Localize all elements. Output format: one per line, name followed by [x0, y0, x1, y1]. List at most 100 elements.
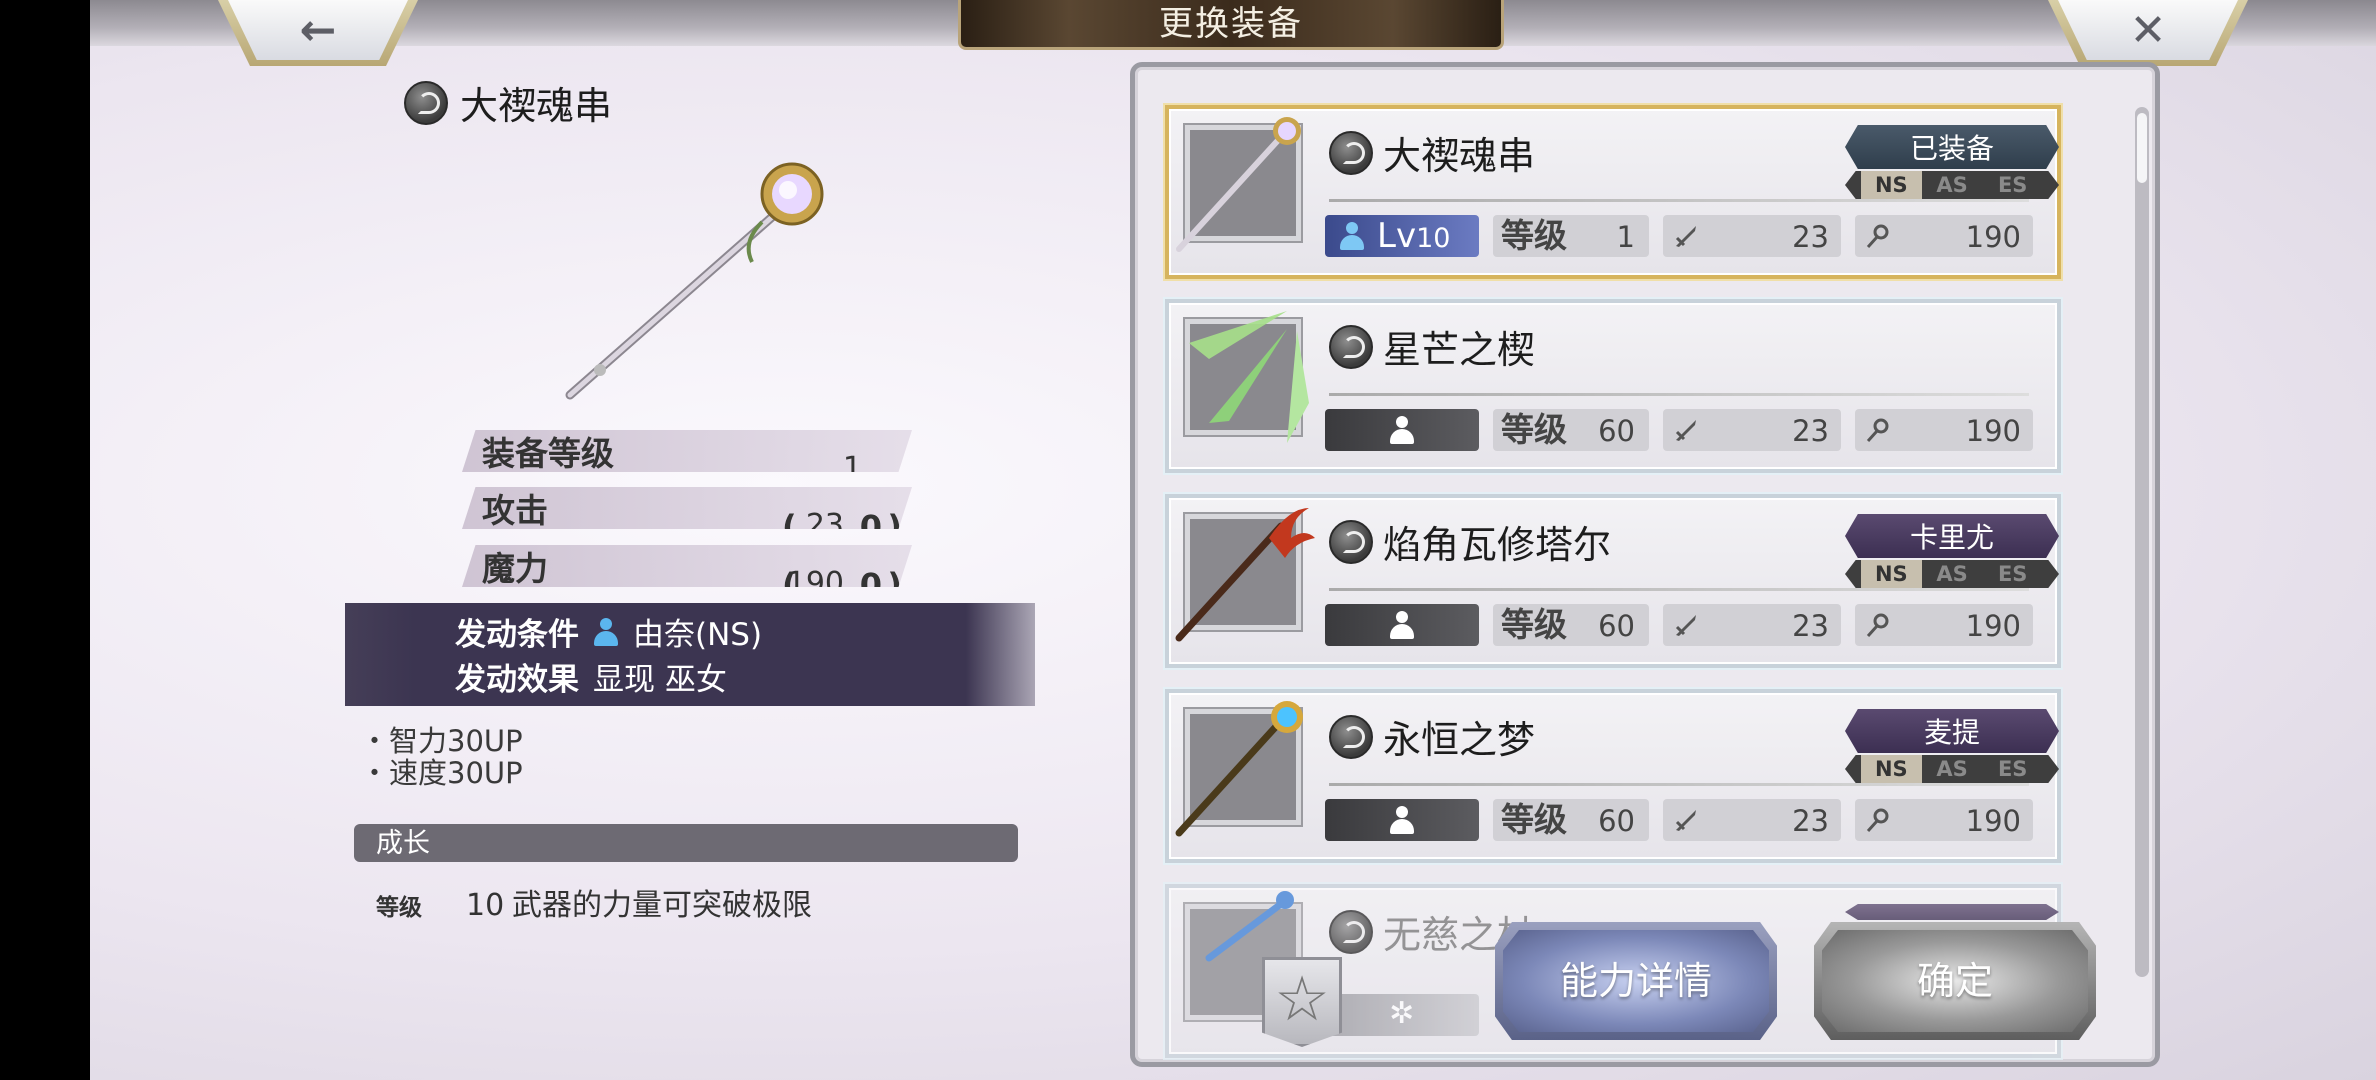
magic-value: 190: [1965, 609, 2021, 643]
level-slot: 等级 60: [1493, 409, 1649, 451]
equipment-card[interactable]: 焰角瓦修塔尔 卡里尤 NS AS ES 等级 60 23 190: [1165, 494, 2061, 668]
level-label: 等级: [1501, 605, 1567, 644]
weapon-lv-slot: Lv10: [1325, 215, 1479, 257]
equipment-card-selected[interactable]: 大禊魂串 已装备 NS AS ES Lv10 等级 1 23 190: [1165, 105, 2061, 279]
magic-value: 190: [1965, 804, 2021, 838]
character-slot-empty: [1325, 409, 1479, 451]
character-icon: [1339, 222, 1365, 250]
character-slot-empty: [1325, 604, 1479, 646]
stat-row-magic: 魔力 190 (0): [462, 545, 912, 587]
attack-value: 23: [1792, 220, 1829, 254]
star-icon: ☆: [1274, 962, 1330, 1035]
confirm-button[interactable]: 确定: [1814, 922, 2096, 1040]
bonus-line: ・速度30UP: [360, 756, 523, 790]
sword-icon: [1675, 810, 1696, 831]
scrollbar[interactable]: [2135, 107, 2149, 977]
divider: [1329, 199, 2029, 202]
scrollbar-thumb[interactable]: [2137, 113, 2147, 183]
magic-slot: 190: [1855, 604, 2033, 646]
ability-details-label: 能力详情: [1559, 959, 1712, 1003]
sword-icon: [1675, 226, 1696, 247]
card-name: 星芒之楔: [1383, 328, 1536, 372]
sparkle-icon: ✲: [1389, 996, 1415, 1031]
style-es: ES: [1997, 173, 2028, 197]
style-as: AS: [1936, 757, 1968, 781]
screen-border: [0, 0, 90, 1080]
card-title: 永恒之梦: [1329, 709, 1535, 764]
character-icon: [1389, 806, 1415, 834]
character-slot-empty: ✲: [1325, 994, 1479, 1036]
magic-value: 190: [1965, 220, 2021, 254]
back-button[interactable]: ←: [218, 0, 418, 66]
growth-row: 等级 10 武器的力量可突破极限: [376, 880, 812, 924]
trigger-effect-value: 显现 巫女: [593, 662, 727, 698]
stat-row-equip-level: 装备等级 1: [462, 430, 912, 472]
card-stats: 等级 60 23 190: [1325, 604, 2033, 646]
growth-description: 武器的力量可突破极限: [512, 888, 812, 923]
equipment-card[interactable]: 星芒之楔 等级 60 23 190: [1165, 299, 2061, 473]
card-stats: 等级 60 23 190: [1325, 409, 2033, 451]
card-name: 大禊魂串: [1383, 134, 1536, 178]
card-stats: ✲: [1325, 994, 1479, 1036]
magic-staff-icon: [1866, 808, 1889, 833]
equipment-screen: ← ✕ 更换装备 大禊魂串 装备等级 1 攻击 23 (0) 魔力 190 (0…: [90, 0, 2376, 1080]
card-stats: Lv10 等级 1 23 190: [1325, 215, 2033, 257]
equipment-card[interactable]: 永恒之梦 麦提 NS AS ES 等级 60 23 190: [1165, 689, 2061, 863]
card-name: 焰角瓦修塔尔: [1383, 523, 1612, 567]
level-label: 等级: [1501, 410, 1567, 449]
character-icon: [593, 617, 619, 646]
card-stats: 等级 60 23 190: [1325, 799, 2033, 841]
style-ns: NS: [1861, 171, 1922, 199]
equipped-tag: 已装备: [1845, 125, 2059, 169]
magic-slot: 190: [1855, 409, 2033, 451]
growth-level-value: 10: [466, 888, 505, 923]
magic-staff-icon: [1866, 418, 1889, 443]
attack-slot: 23: [1663, 604, 1841, 646]
stat-label: 魔力: [482, 549, 548, 588]
lv-value: 10: [1416, 223, 1451, 254]
level-label: 等级: [1501, 800, 1567, 839]
attack-slot: 23: [1663, 215, 1841, 257]
ability-details-button[interactable]: 能力详情: [1495, 922, 1777, 1040]
style-ns: NS: [1861, 755, 1922, 783]
magic-slot: 190: [1855, 215, 2033, 257]
level-value: 60: [1598, 804, 1635, 838]
card-title: 大禊魂串: [1329, 125, 1535, 180]
sword-icon: [1675, 615, 1696, 636]
staff-icon: [1176, 117, 1301, 252]
attack-slot: 23: [1663, 799, 1841, 841]
level-slot: 等级 1: [1493, 215, 1649, 257]
style-as: AS: [1936, 562, 1968, 586]
character-slot-empty: [1325, 799, 1479, 841]
owner-tag: [1845, 904, 2059, 920]
divider: [1329, 783, 2029, 786]
detail-name: 大禊魂串: [404, 75, 612, 130]
equipment-list[interactable]: 大禊魂串 已装备 NS AS ES Lv10 等级 1 23 190 星芒之楔 …: [1130, 62, 2160, 1067]
growth-header: 成长: [354, 824, 1018, 862]
attack-value: 23: [1792, 609, 1829, 643]
magic-staff-icon: [1866, 224, 1889, 249]
growth-level-label: 等级: [376, 895, 422, 921]
title-plate: 更换装备: [958, 0, 1504, 50]
favorite-button[interactable]: ☆: [1262, 957, 1342, 1047]
magic-staff-icon: [1866, 613, 1889, 638]
trigger-condition-label: 发动条件: [455, 617, 579, 653]
owner-tag: 麦提: [1845, 709, 2059, 753]
back-arrow-icon: ←: [299, 5, 337, 56]
level-value: 60: [1598, 609, 1635, 643]
trigger-condition-value: 由奈(NS): [633, 617, 763, 653]
style-es: ES: [1997, 757, 2028, 781]
level-value: 1: [1616, 220, 1635, 254]
style-badges: NS AS ES: [1845, 171, 2059, 199]
attack-value: 23: [1792, 414, 1829, 448]
attack-value: 23: [1792, 804, 1829, 838]
card-title: 星芒之楔: [1329, 319, 1535, 374]
detail-name-text: 大禊魂串: [460, 84, 613, 128]
confirm-label: 确定: [1916, 959, 1993, 1003]
style-ns: NS: [1861, 560, 1922, 588]
close-button[interactable]: ✕: [2048, 0, 2248, 66]
trigger-box: 发动条件 由奈(NS) 发动效果 显现 巫女: [345, 603, 1035, 706]
style-badges: NS AS ES: [1845, 560, 2059, 588]
level-slot: 等级 60: [1493, 799, 1649, 841]
attack-slot: 23: [1663, 409, 1841, 451]
